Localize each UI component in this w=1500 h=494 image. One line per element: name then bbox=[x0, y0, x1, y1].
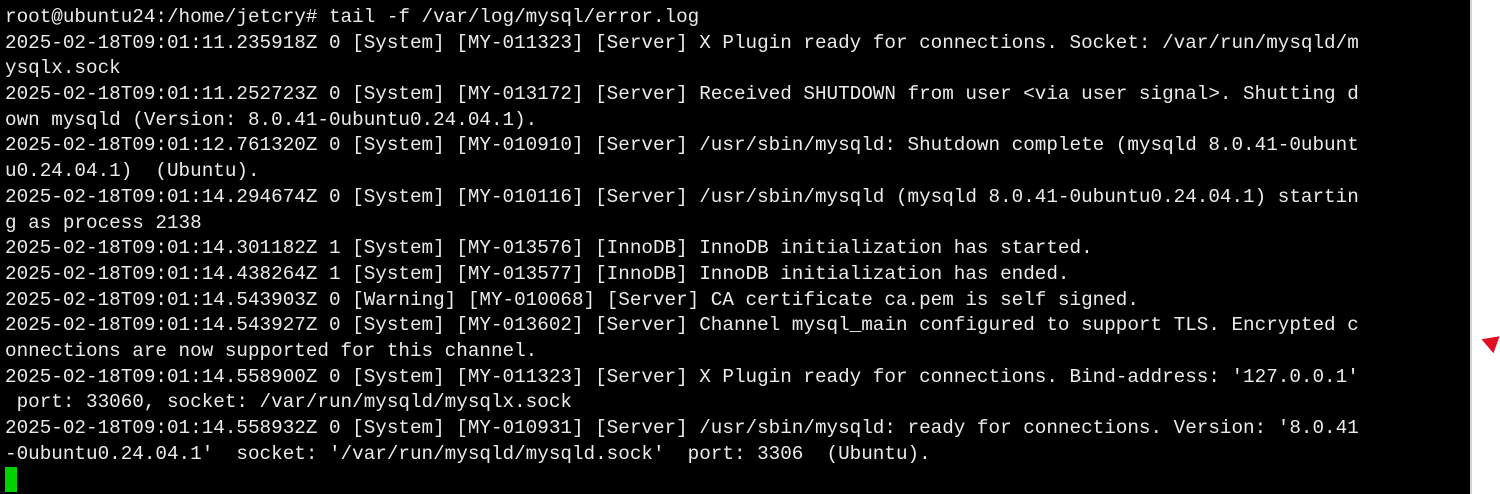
terminal-line: 2025-02-18T09:01:11.235918Z 0 [System] [… bbox=[5, 31, 1359, 54]
terminal-line: 2025-02-18T09:01:14.438264Z 1 [System] [… bbox=[5, 262, 1070, 285]
terminal-line: 2025-02-18T09:01:14.558900Z 0 [System] [… bbox=[5, 365, 1359, 388]
terminal-line: root@ubuntu24:/home/jetcry# tail -f /var… bbox=[5, 6, 700, 28]
terminal-cursor bbox=[5, 467, 17, 492]
terminal-line: onnections are now supported for this ch… bbox=[5, 339, 538, 362]
terminal-output: root@ubuntu24:/home/jetcry# tail -f /var… bbox=[0, 0, 1470, 467]
terminal-line: 2025-02-18T09:01:14.543927Z 0 [System] [… bbox=[5, 314, 1359, 337]
terminal-line: -0ubuntu0.24.04.1' socket: '/var/run/mys… bbox=[5, 442, 931, 465]
terminal-line: 2025-02-18T09:01:14.558932Z 0 [System] [… bbox=[5, 417, 1359, 439]
terminal-line: 2025-02-18T09:01:14.301182Z 1 [System] [… bbox=[5, 237, 1093, 260]
terminal-line: g as process 2138 bbox=[5, 211, 202, 234]
terminal-line: 2025-02-18T09:01:14.294674Z 0 [System] [… bbox=[5, 185, 1359, 208]
terminal-line: port: 33060, socket: /var/run/mysqld/mys… bbox=[5, 391, 572, 414]
terminal-line: u0.24.04.1) (Ubuntu). bbox=[5, 160, 260, 183]
terminal-window[interactable]: root@ubuntu24:/home/jetcry# tail -f /var… bbox=[0, 0, 1470, 494]
terminal-line: ysqlx.sock bbox=[5, 57, 121, 80]
terminal-edge-divider bbox=[1470, 0, 1472, 494]
window-background-strip bbox=[1470, 0, 1500, 494]
terminal-line: 2025-02-18T09:01:14.543903Z 0 [Warning] … bbox=[5, 288, 1139, 311]
terminal-line: own mysqld (Version: 8.0.41-0ubuntu0.24.… bbox=[5, 108, 538, 131]
terminal-line: 2025-02-18T09:01:11.252723Z 0 [System] [… bbox=[5, 83, 1359, 106]
terminal-line: 2025-02-18T09:01:12.761320Z 0 [System] [… bbox=[5, 134, 1359, 157]
